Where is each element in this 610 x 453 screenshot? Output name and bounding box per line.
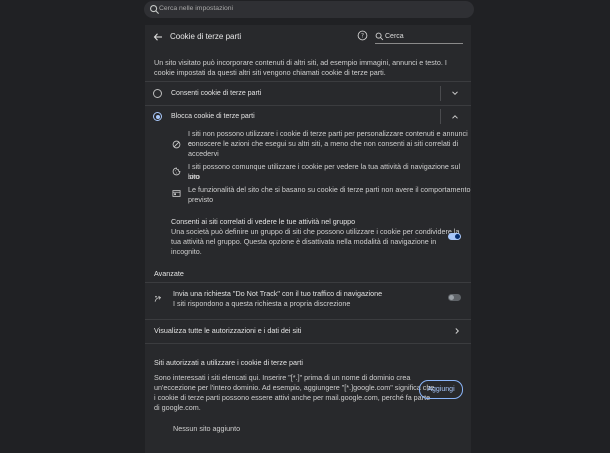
detail-1-line-2: conoscere le azioni che esegui su altri … bbox=[188, 139, 459, 148]
cookie-icon bbox=[172, 167, 181, 176]
allowed-line-4: di google.com. bbox=[154, 403, 201, 412]
panel-header: Cookie di terze parti ? Cerca bbox=[145, 25, 471, 50]
settings-search-bar[interactable]: Cerca nelle impostazioni bbox=[144, 1, 474, 18]
dnt-title: Invia una richiesta "Do Not Track" con i… bbox=[173, 289, 383, 298]
radio-block[interactable] bbox=[153, 112, 162, 121]
detail-1-line-3: accedervi bbox=[188, 149, 219, 158]
allowed-line-2: un'eccezione per l'intero dominio. Ad es… bbox=[154, 383, 435, 392]
vertical-divider bbox=[440, 86, 441, 101]
option-block-label: Blocca cookie di terze parti bbox=[171, 113, 255, 120]
dnt-subtitle: I siti rispondono a questa richiesta a p… bbox=[173, 299, 351, 308]
related-sites-line-1: Una società può definire un gruppo di si… bbox=[171, 227, 460, 236]
empty-list-message: Nessun sito aggiunto bbox=[173, 424, 241, 433]
web-icon bbox=[172, 190, 181, 197]
intro-text: Un sito visitato può incorporare contenu… bbox=[154, 58, 447, 77]
related-sites-title: Consenti ai siti correlati di vedere le … bbox=[171, 217, 356, 226]
block-icon bbox=[172, 140, 181, 149]
allowed-line-3: i cookie di terze parti possono essere a… bbox=[154, 393, 431, 402]
view-all-label: Visualizza tutte le autorizzazioni e i d… bbox=[154, 326, 302, 335]
toggle-knob bbox=[449, 295, 454, 300]
divider bbox=[145, 81, 471, 82]
settings-search-placeholder: Cerca nelle impostazioni bbox=[159, 5, 234, 12]
option-allow-label: Consenti cookie di terze parti bbox=[171, 90, 262, 97]
vertical-divider bbox=[440, 109, 441, 124]
detail-3-line-2: previsto bbox=[188, 195, 214, 204]
related-sites-toggle[interactable] bbox=[448, 233, 461, 240]
detail-2-line-2: sito bbox=[188, 172, 200, 181]
cookie-search-input[interactable]: Cerca bbox=[375, 30, 463, 44]
search-icon bbox=[375, 32, 384, 41]
toggle-knob bbox=[455, 234, 460, 239]
related-sites-line-2: tua attività nel gruppo. Questa opzione … bbox=[171, 237, 437, 246]
divider bbox=[145, 319, 471, 320]
detail-3-line-1: Le funzionalità del sito che si basano s… bbox=[188, 185, 471, 194]
page-title: Cookie di terze parti bbox=[170, 32, 242, 41]
track-path-icon bbox=[154, 295, 162, 302]
add-site-button[interactable]: Aggiungi bbox=[419, 380, 463, 399]
advanced-heading: Avanzate bbox=[154, 269, 184, 278]
detail-2-line-1: I siti possono comunque utilizzare i coo… bbox=[188, 162, 461, 181]
chevron-down-icon[interactable] bbox=[451, 89, 459, 97]
allowed-sites-heading: Siti autorizzati a utilizzare i cookie d… bbox=[154, 358, 304, 367]
chevron-right-icon[interactable] bbox=[453, 327, 461, 335]
divider bbox=[145, 282, 471, 283]
related-sites-line-3: incognito. bbox=[171, 247, 202, 256]
settings-panel: Cookie di terze parti ? Cerca Un sito vi… bbox=[145, 25, 471, 453]
back-arrow-icon[interactable] bbox=[153, 32, 163, 42]
radio-allow[interactable] bbox=[153, 89, 162, 98]
allowed-line-1: Sono interessati i siti elencati qui. In… bbox=[154, 373, 411, 382]
svg-text:?: ? bbox=[361, 33, 364, 40]
help-icon[interactable]: ? bbox=[357, 30, 368, 41]
chevron-up-icon[interactable] bbox=[451, 113, 459, 121]
dnt-toggle[interactable] bbox=[448, 294, 461, 301]
divider bbox=[145, 343, 471, 344]
divider bbox=[145, 105, 471, 106]
cookie-search-text: Cerca bbox=[385, 33, 404, 40]
top-bar: Cerca nelle impostazioni bbox=[0, 0, 610, 20]
